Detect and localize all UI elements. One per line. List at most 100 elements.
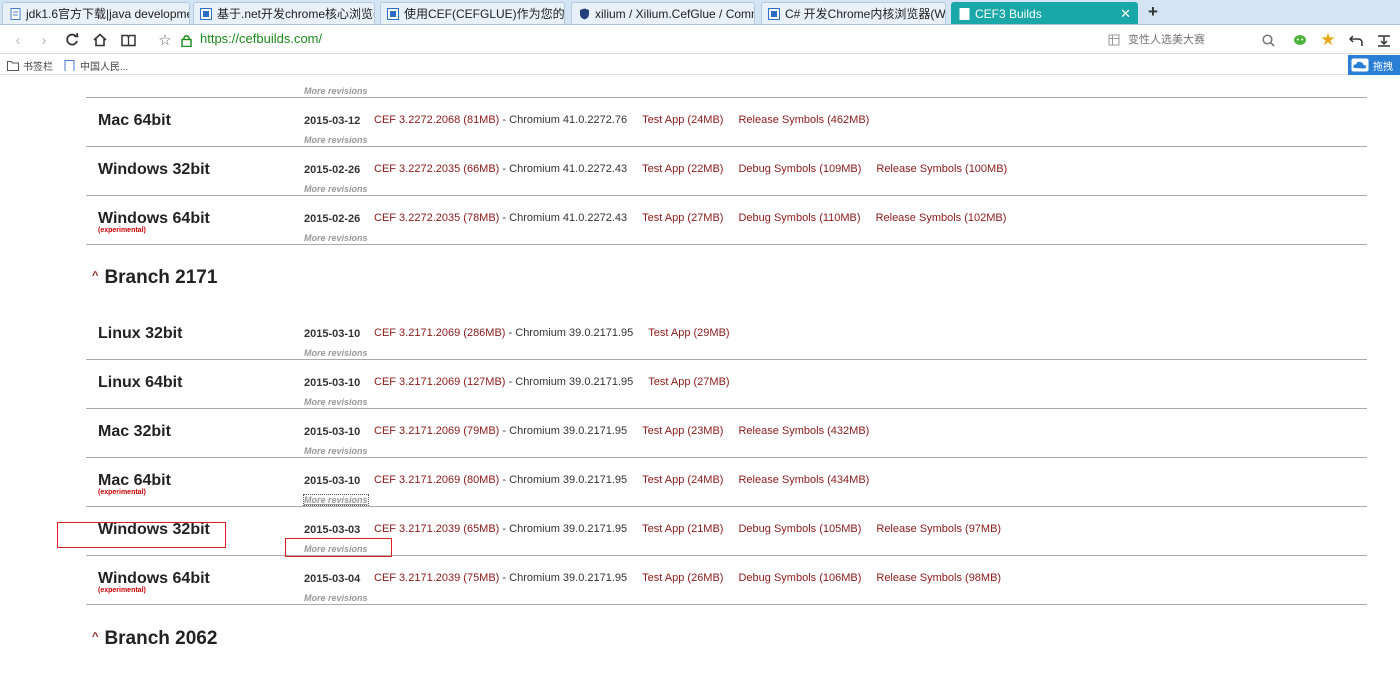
cef-download-link[interactable]: CEF 3.2171.2069 (286MB) bbox=[374, 327, 505, 339]
download-links: CEF 3.2171.2039 (65MB) - Chromium 39.0.2… bbox=[374, 523, 1016, 535]
more-revisions-link[interactable]: More revisions bbox=[303, 494, 369, 506]
chromium-version: - Chromium 39.0.2171.95 bbox=[505, 376, 634, 388]
more-revisions-link[interactable]: More revisions bbox=[304, 135, 368, 145]
debug-symbols-link[interactable]: Debug Symbols (109MB) bbox=[738, 163, 861, 175]
test-app-link[interactable]: Test App (21MB) bbox=[642, 523, 723, 535]
reload-icon[interactable] bbox=[62, 30, 82, 50]
platform-name: Windows 32bit bbox=[98, 161, 210, 178]
test-app-link[interactable]: Test App (22MB) bbox=[642, 163, 723, 175]
cef-download-link[interactable]: CEF 3.2171.2039 (75MB) bbox=[374, 572, 499, 584]
favorites-icon[interactable]: ★ bbox=[1318, 30, 1338, 50]
forward-icon[interactable]: › bbox=[34, 30, 54, 50]
release-symbols-link[interactable]: Release Symbols (97MB) bbox=[876, 523, 1001, 535]
close-icon[interactable]: ✕ bbox=[1120, 6, 1131, 22]
build-row: Windows 32bit 2015-02-26 CEF 3.2272.2035 (… bbox=[86, 147, 1367, 196]
test-app-link[interactable]: Test App (27MB) bbox=[642, 212, 723, 224]
branch-2062-heading[interactable]: ^ Branch 2062 bbox=[92, 628, 217, 650]
release-symbols-link[interactable]: Release Symbols (100MB) bbox=[876, 163, 1007, 175]
grid-icon[interactable] bbox=[1104, 30, 1124, 50]
release-symbols-link[interactable]: Release Symbols (462MB) bbox=[738, 114, 869, 126]
download-links: CEF 3.2171.2069 (80MB) - Chromium 39.0.2… bbox=[374, 474, 884, 486]
cef-download-link[interactable]: CEF 3.2171.2069 (127MB) bbox=[374, 376, 505, 388]
menu-icon[interactable] bbox=[1374, 30, 1394, 50]
more-revisions-link[interactable]: More revisions bbox=[304, 233, 368, 243]
test-app-link[interactable]: Test App (26MB) bbox=[642, 572, 723, 584]
chromium-version: - Chromium 41.0.2272.43 bbox=[499, 212, 628, 224]
more-revisions-link[interactable]: More revisions bbox=[304, 184, 368, 194]
branch-2171-heading[interactable]: ^ Branch 2171 bbox=[92, 267, 217, 289]
more-revisions-link[interactable]: More revisions bbox=[304, 593, 368, 603]
download-links: CEF 3.2272.2035 (78MB) - Chromium 41.0.2… bbox=[374, 212, 1021, 224]
build-date: 2015-03-10 bbox=[304, 328, 361, 340]
platform-name: Windows 64bit bbox=[98, 570, 210, 587]
tab-xilium[interactable]: xilium / Xilium.CefGlue / Comn bbox=[571, 2, 755, 24]
star-icon[interactable]: ☆ bbox=[155, 30, 175, 50]
home-icon[interactable] bbox=[90, 30, 110, 50]
tab-cef3-builds[interactable]: CEF3 Builds ✕ bbox=[951, 2, 1138, 24]
address-bar[interactable]: https://cefbuilds.com/ bbox=[200, 31, 322, 46]
cef-download-link[interactable]: CEF 3.2171.2039 (65MB) bbox=[374, 523, 499, 535]
build-row: Mac 32bit 2015-03-10 CEF 3.2171.2069 (79MB… bbox=[86, 409, 1367, 458]
test-app-link[interactable]: Test App (24MB) bbox=[642, 114, 723, 126]
drag-helper-button[interactable]: 拖拽 bbox=[1348, 55, 1400, 75]
highlight-box-platform bbox=[57, 522, 226, 548]
cef-download-link[interactable]: CEF 3.2272.2035 (78MB) bbox=[374, 212, 499, 224]
download-links: CEF 3.2171.2069 (286MB) - Chromium 39.0.… bbox=[374, 327, 745, 339]
chat-icon[interactable] bbox=[1290, 30, 1310, 50]
chromium-version: - Chromium 41.0.2272.43 bbox=[499, 163, 628, 175]
cef-download-link[interactable]: CEF 3.2272.2068 (81MB) bbox=[374, 114, 499, 126]
collapse-caret-icon[interactable]: ^ bbox=[92, 631, 98, 643]
bookmark-folder[interactable]: 书签栏 bbox=[7, 58, 53, 73]
platform-name: Linux 32bit bbox=[98, 325, 183, 342]
test-app-link[interactable]: Test App (23MB) bbox=[642, 425, 723, 437]
tab-jdk[interactable]: jdk1.6官方下载|java developme bbox=[2, 2, 190, 24]
cef-download-link[interactable]: CEF 3.2171.2069 (79MB) bbox=[374, 425, 499, 437]
page-content: Linux 64bitMore revisionsMac 64bit2015-0… bbox=[0, 76, 1400, 677]
build-date: 2015-03-10 bbox=[304, 426, 361, 438]
platform-name: Windows 64bit bbox=[98, 210, 210, 227]
search-icon[interactable] bbox=[1258, 30, 1278, 50]
platform-name: Linux 64bit bbox=[98, 374, 183, 391]
new-tab-button[interactable]: + bbox=[1143, 3, 1163, 23]
reader-icon[interactable] bbox=[118, 30, 138, 50]
debug-symbols-link[interactable]: Debug Symbols (110MB) bbox=[738, 212, 860, 224]
build-row: Linux 64bitMore revisions bbox=[86, 76, 1367, 98]
bookmark-item[interactable]: 中国人民... bbox=[64, 58, 128, 73]
tab-label: 使用CEF(CEFGLUE)作为您的客户 bbox=[404, 7, 565, 21]
test-app-link[interactable]: Test App (24MB) bbox=[642, 474, 723, 486]
cef-download-link[interactable]: CEF 3.2171.2069 (80MB) bbox=[374, 474, 499, 486]
debug-symbols-link[interactable]: Debug Symbols (106MB) bbox=[738, 572, 861, 584]
test-app-link[interactable]: Test App (27MB) bbox=[648, 376, 729, 388]
bookmark-bar: 书签栏 中国人民... 拖拽 bbox=[0, 55, 1400, 75]
platform-name: Mac 64bit bbox=[98, 112, 171, 129]
more-revisions-link[interactable]: More revisions bbox=[304, 348, 368, 358]
release-symbols-link[interactable]: Release Symbols (432MB) bbox=[738, 425, 869, 437]
page-icon bbox=[958, 7, 970, 20]
search-input[interactable] bbox=[1128, 30, 1278, 50]
cef-download-link[interactable]: CEF 3.2272.2035 (66MB) bbox=[374, 163, 499, 175]
download-links: CEF 3.2171.2069 (79MB) - Chromium 39.0.2… bbox=[374, 425, 884, 437]
build-date: 2015-03-04 bbox=[304, 573, 361, 585]
back-icon[interactable]: ‹ bbox=[8, 30, 28, 50]
tab-dotnet-chrome[interactable]: 基于.net开发chrome核心浏览器 bbox=[193, 2, 375, 24]
download-links: CEF 3.2272.2068 (81MB) - Chromium 41.0.2… bbox=[374, 114, 884, 126]
bookmark-label: 中国人民... bbox=[80, 62, 129, 73]
lock-icon bbox=[176, 30, 196, 50]
page-icon bbox=[768, 7, 780, 20]
test-app-link[interactable]: Test App (29MB) bbox=[648, 327, 729, 339]
build-date: 2015-02-26 bbox=[304, 164, 361, 176]
collapse-caret-icon[interactable]: ^ bbox=[92, 270, 98, 282]
more-revisions-link[interactable]: More revisions bbox=[304, 86, 368, 96]
chromium-version: - Chromium 39.0.2171.95 bbox=[499, 474, 628, 486]
release-symbols-link[interactable]: Release Symbols (434MB) bbox=[738, 474, 869, 486]
tab-csharp-chrome[interactable]: C# 开发Chrome内核浏览器(Wel bbox=[761, 2, 946, 24]
tab-cefglue[interactable]: 使用CEF(CEFGLUE)作为您的客户 bbox=[380, 2, 565, 24]
debug-symbols-link[interactable]: Debug Symbols (105MB) bbox=[738, 523, 861, 535]
release-symbols-link[interactable]: Release Symbols (98MB) bbox=[876, 572, 1001, 584]
release-symbols-link[interactable]: Release Symbols (102MB) bbox=[876, 212, 1007, 224]
build-row: Mac 64bit (experimental) 2015-03-10 CEF 3.2… bbox=[86, 458, 1367, 507]
more-revisions-link[interactable]: More revisions bbox=[304, 446, 368, 456]
build-row: Mac 64bit 2015-03-12 CEF 3.2272.2068 (81MB… bbox=[86, 98, 1367, 147]
more-revisions-link[interactable]: More revisions bbox=[304, 397, 368, 407]
undo-icon[interactable] bbox=[1346, 30, 1366, 50]
